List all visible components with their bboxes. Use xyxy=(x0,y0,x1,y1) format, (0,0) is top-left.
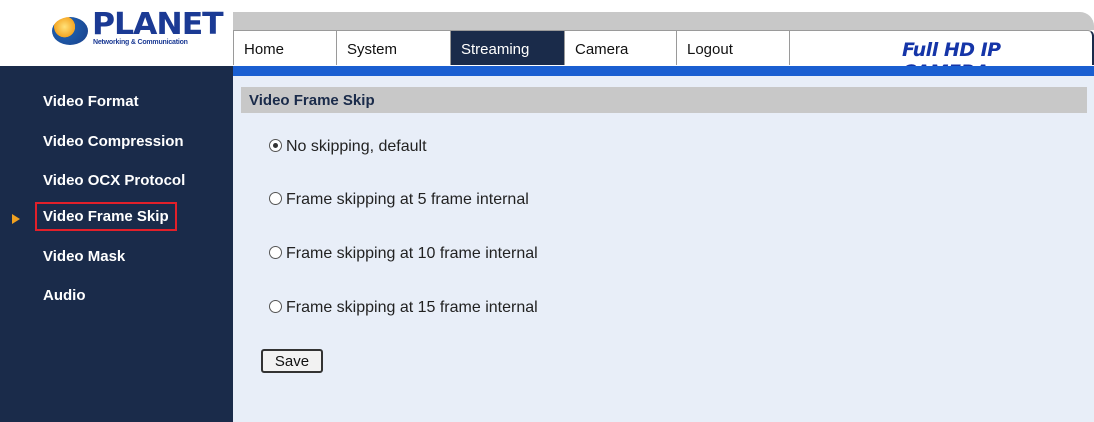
page-title: Video Frame Skip xyxy=(241,87,1087,113)
header-divider xyxy=(0,66,1094,76)
tab-home[interactable]: Home xyxy=(233,30,336,65)
sidebar-item-video-format[interactable]: Video Format xyxy=(43,93,139,110)
radio-icon[interactable] xyxy=(269,192,282,205)
option-skip-5[interactable]: Frame skipping at 5 frame internal xyxy=(269,191,529,209)
tab-logout[interactable]: Logout xyxy=(676,30,789,65)
tab-system[interactable]: System xyxy=(336,30,450,65)
save-button[interactable]: Save xyxy=(261,349,323,373)
sidebar-item-audio[interactable]: Audio xyxy=(43,287,86,304)
sidebar-item-video-mask[interactable]: Video Mask xyxy=(43,248,125,265)
option-label: Frame skipping at 5 frame internal xyxy=(286,191,529,208)
product-banner: Full HD IP CAMERA xyxy=(789,30,1094,83)
globe-icon xyxy=(52,17,88,45)
radio-checked-icon[interactable] xyxy=(269,139,282,152)
option-label: Frame skipping at 10 frame internal xyxy=(286,245,538,262)
sidebar-item-video-compression[interactable]: Video Compression xyxy=(43,133,184,150)
option-no-skipping[interactable]: No skipping, default xyxy=(269,138,427,156)
main-nav: Home System Streaming Camera Logout Full… xyxy=(233,30,1094,83)
radio-icon[interactable] xyxy=(269,300,282,313)
header-divider-left xyxy=(0,66,233,76)
option-skip-10[interactable]: Frame skipping at 10 frame internal xyxy=(269,245,538,263)
sidebar-item-video-frame-skip[interactable]: Video Frame Skip xyxy=(35,202,177,231)
main-content: Video Frame Skip No skipping, default Fr… xyxy=(233,76,1094,422)
planet-logo: PLANET Networking & Communication xyxy=(0,0,233,66)
logo-brand: PLANET xyxy=(92,7,224,42)
option-label: No skipping, default xyxy=(286,138,427,155)
option-skip-15[interactable]: Frame skipping at 15 frame internal xyxy=(269,299,538,317)
selected-arrow-icon xyxy=(12,214,20,224)
sidebar-item-video-ocx-protocol[interactable]: Video OCX Protocol xyxy=(43,172,185,189)
option-label: Frame skipping at 15 frame internal xyxy=(286,299,538,316)
logo-tagline: Networking & Communication xyxy=(93,39,188,46)
top-header-bar xyxy=(233,12,1094,30)
radio-icon[interactable] xyxy=(269,246,282,259)
top-strip xyxy=(233,0,1094,12)
tab-streaming[interactable]: Streaming xyxy=(450,30,564,65)
sidebar: Video Format Video Compression Video OCX… xyxy=(0,76,233,422)
tab-camera[interactable]: Camera xyxy=(564,30,676,65)
